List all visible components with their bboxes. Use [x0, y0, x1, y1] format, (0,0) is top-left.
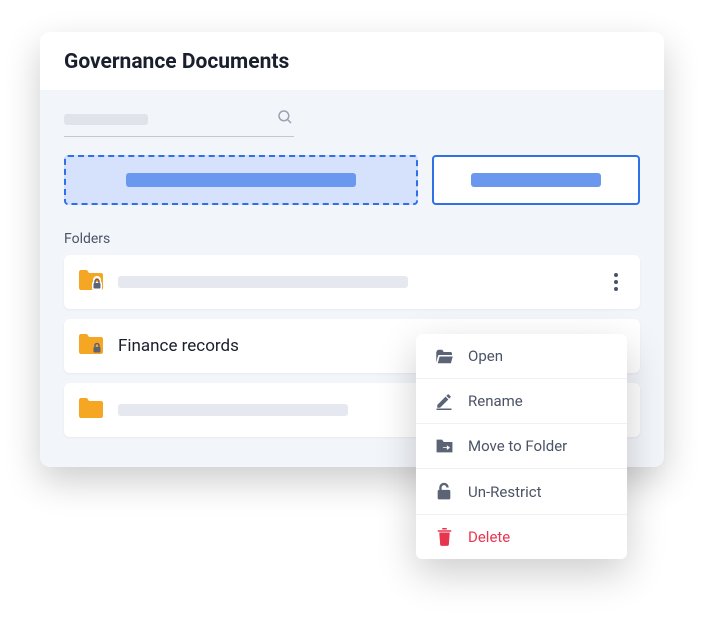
- menu-item-move[interactable]: Move to Folder: [416, 424, 627, 469]
- menu-label: Delete: [468, 528, 510, 546]
- menu-item-rename[interactable]: Rename: [416, 379, 627, 424]
- menu-label: Move to Folder: [468, 437, 567, 455]
- folder-locked-icon: [78, 269, 104, 295]
- menu-label: Un-Restrict: [468, 483, 542, 501]
- panel-header: Governance Documents: [40, 32, 664, 90]
- move-folder-icon: [434, 438, 454, 454]
- pencil-icon: [434, 392, 454, 410]
- menu-item-open[interactable]: Open: [416, 334, 627, 379]
- unlock-icon: [434, 482, 454, 501]
- context-menu: Open Rename Move to Folder Un-Restrict D…: [416, 334, 627, 559]
- secondary-label-placeholder: [471, 173, 601, 187]
- trash-icon: [434, 528, 454, 546]
- folder-name: Finance records: [118, 336, 239, 356]
- menu-label: Open: [468, 347, 503, 365]
- upload-dropzone-button[interactable]: [64, 155, 418, 205]
- action-button-row: [64, 155, 640, 205]
- folder-row[interactable]: [64, 255, 640, 309]
- folder-locked-icon: [78, 333, 104, 359]
- kebab-icon: [614, 273, 618, 291]
- menu-label: Rename: [468, 392, 523, 410]
- search-icon[interactable]: [276, 108, 294, 130]
- folder-menu-button[interactable]: [606, 273, 626, 291]
- search-input[interactable]: [64, 104, 294, 137]
- folder-name-placeholder: [118, 404, 348, 416]
- upload-label-placeholder: [126, 173, 356, 187]
- secondary-action-button[interactable]: [432, 155, 640, 205]
- menu-item-unrestrict[interactable]: Un-Restrict: [416, 469, 627, 515]
- folder-open-icon: [434, 349, 454, 364]
- folder-icon: [78, 397, 104, 423]
- page-title: Governance Documents: [64, 50, 640, 74]
- search-placeholder: [64, 114, 148, 125]
- menu-item-delete[interactable]: Delete: [416, 515, 627, 559]
- folders-section-label: Folders: [64, 231, 640, 247]
- folder-name-placeholder: [118, 276, 408, 288]
